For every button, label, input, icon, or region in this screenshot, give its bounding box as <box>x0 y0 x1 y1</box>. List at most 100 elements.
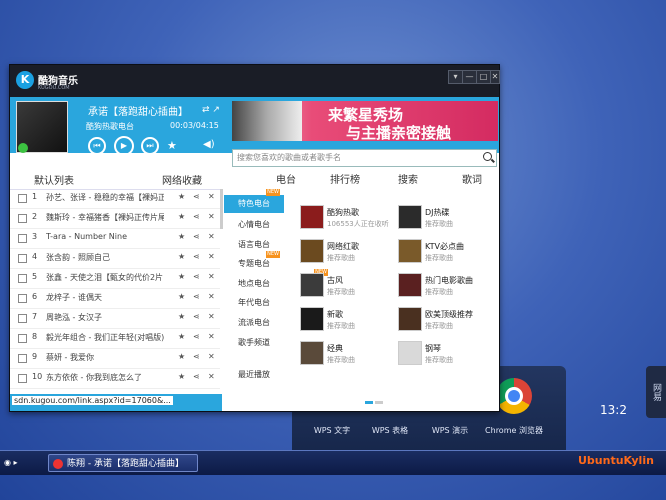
playlist-row[interactable]: 5 张鑫 - 天使之泪【甄女的代价2片 ★ ⋖ ✕ <box>10 269 220 289</box>
station-item[interactable]: 网络红歌 推荐歌曲 <box>300 239 396 267</box>
minimize-button[interactable]: — <box>462 70 477 84</box>
favorite-icon[interactable]: ★ <box>167 139 177 152</box>
share-icon[interactable]: ⋖ <box>193 312 200 321</box>
share-icon[interactable]: ⋖ <box>193 372 200 381</box>
share-icon[interactable]: ⋖ <box>193 292 200 301</box>
page-dot[interactable] <box>375 401 383 404</box>
dock-wps-writer[interactable]: WPS 文字 <box>302 425 362 436</box>
category-topic[interactable]: 专题电台 <box>224 258 284 269</box>
row-checkbox[interactable] <box>18 274 27 283</box>
close-button[interactable]: ✕ <box>490 70 500 84</box>
close-icon[interactable]: ✕ <box>208 372 215 381</box>
row-checkbox[interactable] <box>18 334 27 343</box>
row-checkbox[interactable] <box>18 294 27 303</box>
favorite-icon[interactable]: ★ <box>178 372 185 381</box>
playlist-row[interactable]: 9 蔡妍 - 我爱你 ★ ⋖ ✕ <box>10 349 220 369</box>
tab-default-list[interactable]: 默认列表 <box>34 172 74 187</box>
favorite-icon[interactable]: ★ <box>178 312 185 321</box>
cover-play-icon[interactable] <box>18 143 28 153</box>
close-icon[interactable]: ✕ <box>208 232 215 241</box>
tab-net-favorites[interactable]: 网络收藏 <box>162 172 202 187</box>
close-icon[interactable]: ✕ <box>208 312 215 321</box>
favorite-icon[interactable]: ★ <box>178 332 185 341</box>
playlist-row[interactable]: 4 张含韵 - 照顾自己 ★ ⋖ ✕ <box>10 249 220 269</box>
tab-search[interactable]: 搜索 <box>398 171 418 186</box>
category-genre[interactable]: 流派电台 <box>224 317 284 328</box>
share-icon[interactable]: ⋖ <box>193 192 200 201</box>
row-checkbox[interactable] <box>18 214 27 223</box>
dock-chrome[interactable]: Chrome 浏览器 <box>484 425 544 436</box>
playlist-row[interactable]: 2 魏斯玲 - 幸福猪香【裸妈正传片尾 ★ ⋖ ✕ <box>10 209 220 229</box>
playlist-row[interactable]: 10 东方依依 - 你我到底怎么了 ★ ⋖ ✕ <box>10 369 220 389</box>
page-dot-active[interactable] <box>365 401 373 404</box>
menu-button[interactable]: ▾ <box>448 70 463 84</box>
station-item[interactable]: 欧美顶级推荐 推荐歌曲 <box>398 307 494 335</box>
maximize-button[interactable]: □ <box>476 70 491 84</box>
volume-icon[interactable]: ◀) <box>203 139 215 150</box>
favorite-icon[interactable]: ★ <box>178 272 185 281</box>
chrome-icon[interactable] <box>496 378 532 414</box>
taskbar-task-kugou[interactable]: 陈翔 - 承诺【落跑甜心插曲】 <box>48 454 198 472</box>
close-icon[interactable]: ✕ <box>208 212 215 221</box>
category-location[interactable]: 地点电台 <box>224 278 284 289</box>
category-language[interactable]: 语言电台 <box>224 239 284 250</box>
category-singer[interactable]: 歌手频道 <box>224 337 284 348</box>
playlist-scrollbar[interactable] <box>220 189 223 229</box>
close-icon[interactable]: ✕ <box>208 252 215 261</box>
station-item[interactable]: 酷狗热歌 106553人正在收听 <box>300 205 396 233</box>
station-item[interactable]: KTV必点曲 推荐歌曲 <box>398 239 494 267</box>
side-widget[interactable]: 网易 <box>646 366 666 418</box>
favorite-icon[interactable]: ★ <box>178 192 185 201</box>
station-item[interactable]: 钢琴 推荐歌曲 <box>398 341 494 369</box>
next-icon[interactable]: ⏭ <box>141 137 159 155</box>
tab-lyrics[interactable]: 歌词 <box>462 171 482 186</box>
tab-charts[interactable]: 排行榜 <box>330 171 360 186</box>
close-icon[interactable]: ✕ <box>208 292 215 301</box>
close-icon[interactable]: ✕ <box>208 272 215 281</box>
share-icon[interactable]: ⋖ <box>193 212 200 221</box>
row-checkbox[interactable] <box>18 234 27 243</box>
search-icon[interactable] <box>483 152 492 161</box>
station-item[interactable]: 新歌 推荐歌曲 <box>300 307 396 335</box>
start-button[interactable]: ◉ ▸ <box>4 458 44 468</box>
dock-wps-presentation[interactable]: WPS 演示 <box>420 425 480 436</box>
category-mood[interactable]: 心情电台 <box>224 219 284 230</box>
tab-radio[interactable]: 电台 <box>276 171 296 186</box>
close-icon[interactable]: ✕ <box>208 332 215 341</box>
row-checkbox[interactable] <box>18 354 27 363</box>
playlist-row[interactable]: 6 龙梓子 - 谁偶天 ★ ⋖ ✕ <box>10 289 220 309</box>
row-checkbox[interactable] <box>18 254 27 263</box>
favorite-icon[interactable]: ★ <box>178 292 185 301</box>
promo-banner[interactable]: 来繁星秀场 与主播亲密接触 <box>232 101 498 142</box>
station-item[interactable]: 古风 推荐歌曲 <box>300 273 396 301</box>
favorite-icon[interactable]: ★ <box>178 352 185 361</box>
close-icon[interactable]: ✕ <box>208 352 215 361</box>
search-input[interactable]: 搜索您喜欢的歌曲或者歌手名 <box>232 149 497 167</box>
share-icon[interactable]: ⋖ <box>193 232 200 241</box>
previous-icon[interactable]: ⏮ <box>88 137 106 155</box>
play-icon[interactable]: ▶ <box>114 136 134 156</box>
row-checkbox[interactable] <box>18 314 27 323</box>
station-item[interactable]: 经典 推荐歌曲 <box>300 341 396 369</box>
station-item[interactable]: 热门电影歌曲 推荐歌曲 <box>398 273 494 301</box>
row-checkbox[interactable] <box>18 374 27 383</box>
favorite-icon[interactable]: ★ <box>178 252 185 261</box>
row-checkbox[interactable] <box>18 194 27 203</box>
category-featured[interactable]: 特色电台 <box>224 195 284 213</box>
share-icon[interactable]: ⋖ <box>193 352 200 361</box>
favorite-icon[interactable]: ★ <box>178 212 185 221</box>
share-icon[interactable]: ⋖ <box>193 332 200 341</box>
playlist-row[interactable]: 1 孙艺、张译 - 稳稳的幸福【裸妈正 ★ ⋖ ✕ <box>10 189 220 209</box>
category-era[interactable]: 年代电台 <box>224 297 284 308</box>
playlist-row[interactable]: 8 毅光年组合 - 我们正年轻(对唱版) ★ ⋖ ✕ <box>10 329 220 349</box>
dock-wps-spreadsheet[interactable]: WPS 表格 <box>360 425 420 436</box>
share-icon[interactable]: ⋖ <box>193 272 200 281</box>
playlist-row[interactable]: 3 T-ara - Number Nine ★ ⋖ ✕ <box>10 229 220 249</box>
favorite-icon[interactable]: ★ <box>178 232 185 241</box>
station-item[interactable]: DJ热碟 推荐歌曲 <box>398 205 494 233</box>
share-icon[interactable]: ⇄ ↗ <box>202 105 220 115</box>
category-recent[interactable]: 最近播放 <box>224 369 284 380</box>
share-icon[interactable]: ⋖ <box>193 252 200 261</box>
playlist-row[interactable]: 7 周艳泓 - 女汉子 ★ ⋖ ✕ <box>10 309 220 329</box>
close-icon[interactable]: ✕ <box>208 192 215 201</box>
